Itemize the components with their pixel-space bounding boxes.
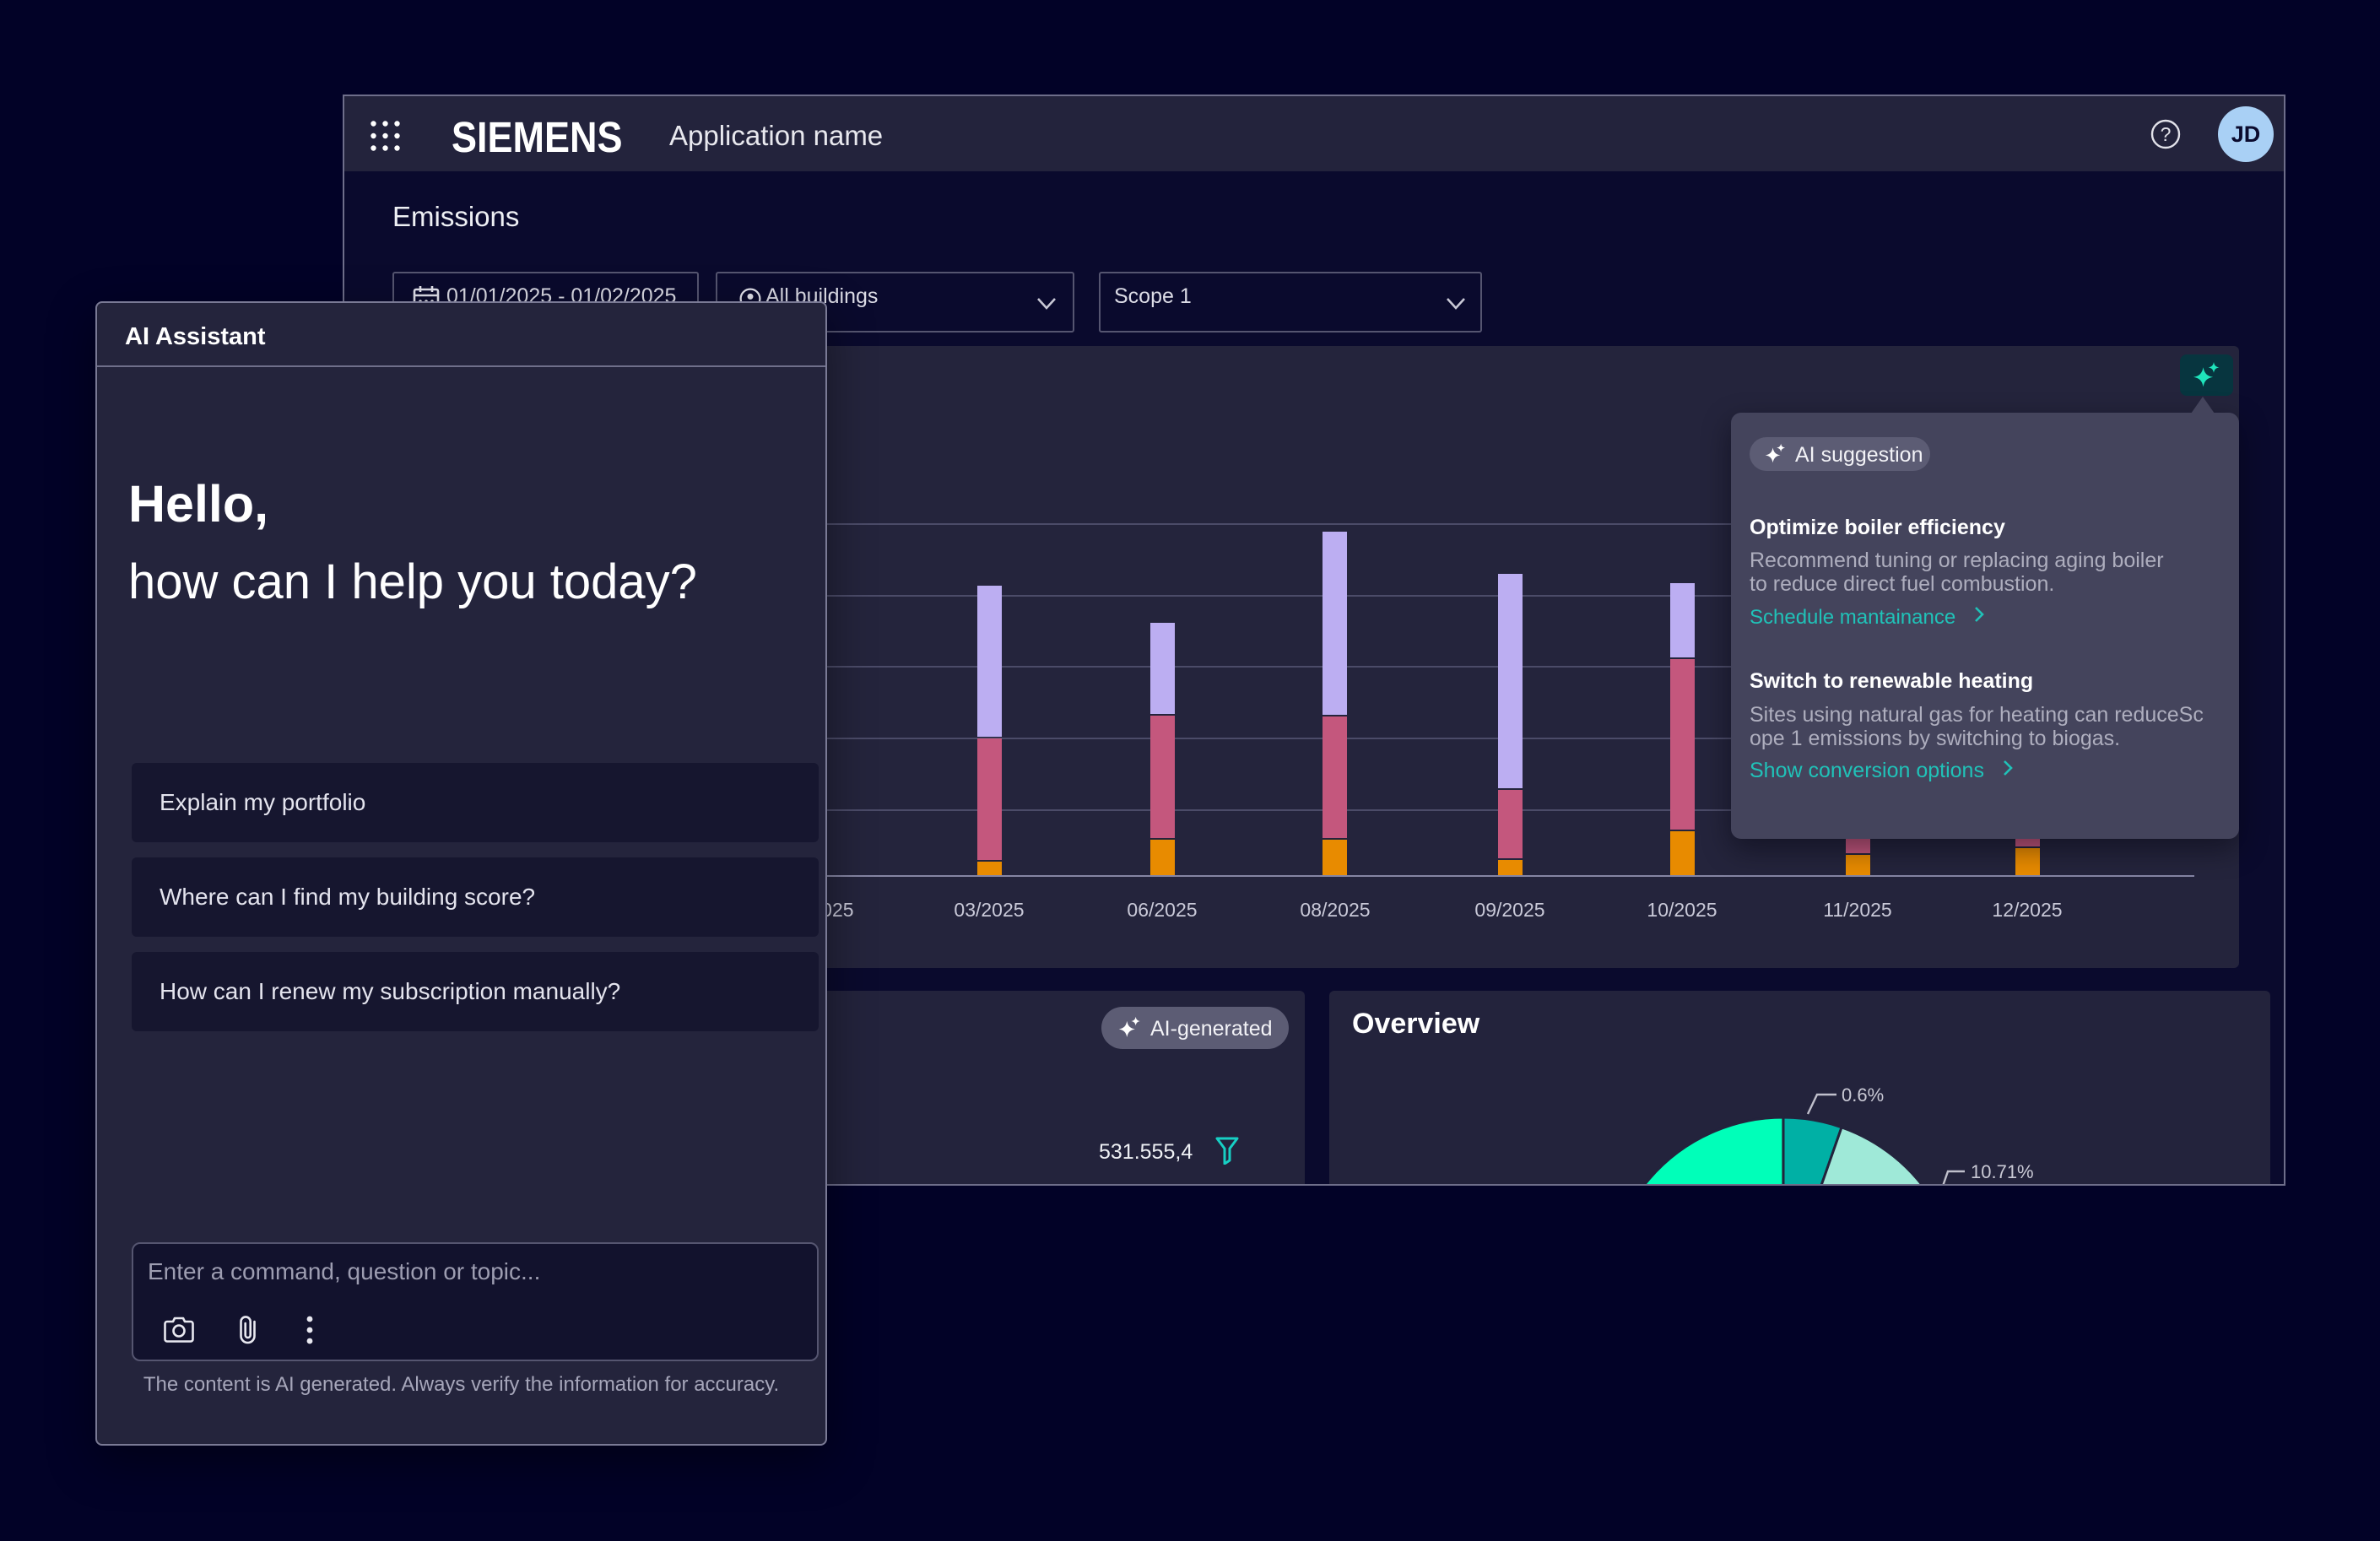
svg-text:10.71%: 10.71% (1971, 1161, 2034, 1182)
svg-text:?: ? (2161, 123, 2172, 145)
svg-text:0.6%: 0.6% (1842, 1084, 1884, 1106)
